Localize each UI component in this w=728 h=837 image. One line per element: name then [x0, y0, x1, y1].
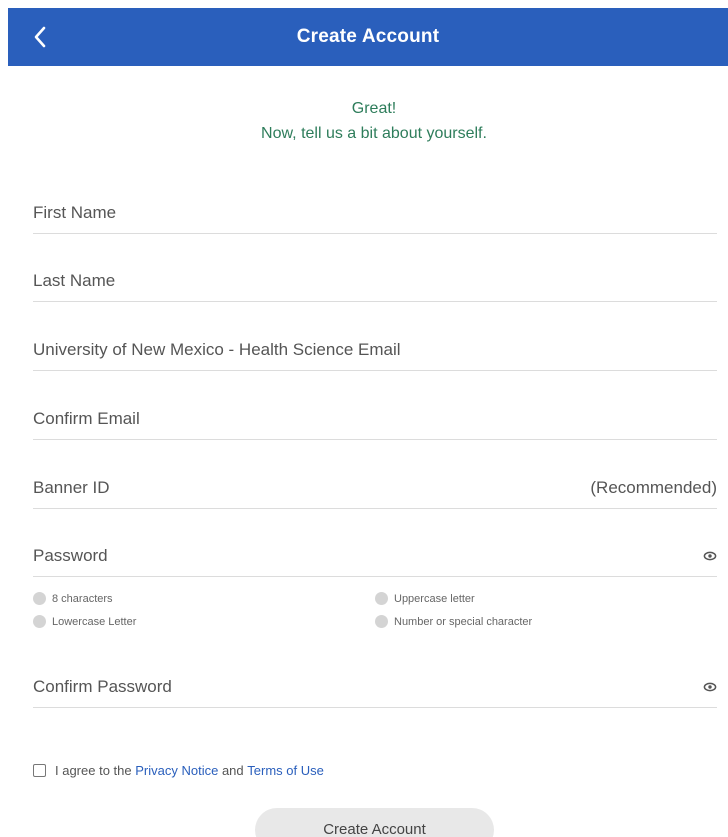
agree-prefix: I agree to the [55, 763, 132, 778]
confirm-password-field [33, 668, 717, 708]
confirm-password-input[interactable] [33, 668, 717, 706]
rule-status-dot [33, 615, 46, 628]
agree-checkbox[interactable] [33, 764, 46, 777]
greeting-line-2: Now, tell us a bit about yourself. [261, 125, 487, 142]
email-field [33, 331, 717, 371]
create-account-button[interactable]: Create Account [255, 808, 494, 837]
eye-icon[interactable] [703, 680, 717, 694]
rule-length: 8 characters [33, 592, 113, 605]
rule-status-dot [375, 615, 388, 628]
last-name-input[interactable] [33, 262, 717, 300]
confirm-email-field [33, 400, 717, 440]
password-requirements: 8 characters Uppercase letter Lowercase … [33, 592, 633, 632]
rule-label: Lowercase Letter [52, 615, 137, 628]
eye-icon[interactable] [703, 549, 717, 563]
rule-label: Number or special character [394, 615, 533, 628]
first-name-input[interactable] [33, 194, 717, 232]
rule-uppercase: Uppercase letter [375, 592, 475, 605]
app-header: Create Account [8, 8, 728, 66]
chevron-left-icon [34, 26, 46, 48]
rule-label: Uppercase letter [394, 592, 475, 605]
terms-agreement: I agree to the Privacy Notice and Terms … [33, 763, 324, 778]
greeting-line-1: Great! [351, 100, 397, 117]
page-title: Create Account [296, 26, 440, 47]
confirm-email-input[interactable] [33, 400, 717, 438]
password-field [33, 537, 717, 577]
last-name-field [33, 262, 717, 302]
rule-label: 8 characters [52, 592, 113, 605]
banner-id-field: (Recommended) [33, 469, 717, 509]
first-name-field [33, 194, 717, 234]
agree-conjunction: and [221, 763, 244, 778]
rule-status-dot [375, 592, 388, 605]
create-account-page: Create Account Great! Now, tell us a bit… [0, 0, 728, 837]
rule-status-dot [33, 592, 46, 605]
rule-lowercase: Lowercase Letter [33, 615, 136, 628]
terms-of-use-link[interactable]: Terms of Use [247, 763, 324, 778]
email-input[interactable] [33, 331, 717, 369]
greeting-message: Great! Now, tell us a bit about yourself… [0, 96, 728, 146]
privacy-notice-link[interactable]: Privacy Notice [135, 763, 218, 778]
recommended-label: (Recommended) [590, 478, 717, 497]
password-input[interactable] [33, 537, 717, 575]
rule-number-special: Number or special character [375, 615, 532, 628]
back-button[interactable] [28, 22, 52, 52]
